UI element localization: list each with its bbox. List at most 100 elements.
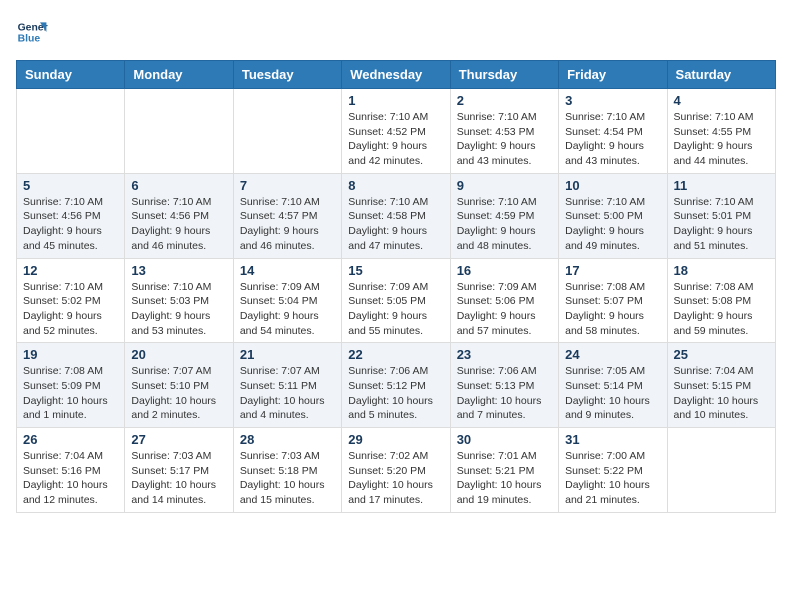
day-info: Sunrise: 7:09 AM Sunset: 5:04 PM Dayligh… (240, 280, 335, 339)
weekday-header-thursday: Thursday (450, 61, 558, 89)
day-number: 1 (348, 93, 443, 108)
calendar-day-3: 3Sunrise: 7:10 AM Sunset: 4:54 PM Daylig… (559, 89, 667, 174)
calendar-day-8: 8 Sunrise: 7:10 AM Sunset: 4:58 PM Daylig… (342, 173, 450, 258)
calendar-week-3: 12Sunrise: 7:10 AM Sunset: 5:02 PM Dayli… (17, 258, 776, 343)
day-info: Sunrise: 7:03 AM Sunset: 5:17 PM Dayligh… (131, 449, 226, 508)
calendar-day-20: 20 Sunrise: 7:07 AM Sunset: 5:10 PM Dayli… (125, 343, 233, 428)
weekday-header-sunday: Sunday (17, 61, 125, 89)
day-info: Sunrise: 7:10 AM Sunset: 5:01 PM Dayligh… (674, 195, 769, 254)
weekday-header-row: SundayMondayTuesdayWednesdayThursdayFrid… (17, 61, 776, 89)
calendar-day-5: 5Sunrise: 7:10 AM Sunset: 4:56 PM Daylig… (17, 173, 125, 258)
day-number: 27 (131, 432, 226, 447)
calendar-day-15: 15 Sunrise: 7:09 AM Sunset: 5:05 PM Dayli… (342, 258, 450, 343)
day-number: 7 (240, 178, 335, 193)
calendar-day-28: 28 Sunrise: 7:03 AM Sunset: 5:18 PM Dayli… (233, 428, 341, 513)
day-info: Sunrise: 7:08 AM Sunset: 5:09 PM Dayligh… (23, 364, 118, 423)
calendar-day-29: 29 Sunrise: 7:02 AM Sunset: 5:20 PM Dayli… (342, 428, 450, 513)
day-number: 17 (565, 263, 660, 278)
page-header: General Blue (16, 16, 776, 48)
day-number: 9 (457, 178, 552, 193)
calendar-day-11: 11 Sunrise: 7:10 AM Sunset: 5:01 PM Dayli… (667, 173, 775, 258)
day-number: 23 (457, 347, 552, 362)
calendar-day-18: 18 Sunrise: 7:08 AM Sunset: 5:08 PM Dayli… (667, 258, 775, 343)
day-info: Sunrise: 7:06 AM Sunset: 5:12 PM Dayligh… (348, 364, 443, 423)
calendar-day-30: 30 Sunrise: 7:01 AM Sunset: 5:21 PM Dayli… (450, 428, 558, 513)
day-info: Sunrise: 7:10 AM Sunset: 4:56 PM Dayligh… (23, 195, 118, 254)
calendar-day-26: 26 Sunrise: 7:04 AM Sunset: 5:16 PM Dayli… (17, 428, 125, 513)
calendar-day-13: 13 Sunrise: 7:10 AM Sunset: 5:03 PM Dayli… (125, 258, 233, 343)
calendar-day-14: 14 Sunrise: 7:09 AM Sunset: 5:04 PM Dayli… (233, 258, 341, 343)
calendar-day-22: 22 Sunrise: 7:06 AM Sunset: 5:12 PM Dayli… (342, 343, 450, 428)
day-number: 30 (457, 432, 552, 447)
calendar-day-24: 24 Sunrise: 7:05 AM Sunset: 5:14 PM Dayli… (559, 343, 667, 428)
day-number: 22 (348, 347, 443, 362)
day-info: Sunrise: 7:10 AM Sunset: 4:52 PM Dayligh… (348, 110, 443, 169)
day-info: Sunrise: 7:05 AM Sunset: 5:14 PM Dayligh… (565, 364, 660, 423)
day-number: 15 (348, 263, 443, 278)
day-number: 14 (240, 263, 335, 278)
calendar-day-21: 21 Sunrise: 7:07 AM Sunset: 5:11 PM Dayli… (233, 343, 341, 428)
day-info: Sunrise: 7:10 AM Sunset: 4:58 PM Dayligh… (348, 195, 443, 254)
calendar-day-4: 4Sunrise: 7:10 AM Sunset: 4:55 PM Daylig… (667, 89, 775, 174)
day-info: Sunrise: 7:10 AM Sunset: 4:57 PM Dayligh… (240, 195, 335, 254)
weekday-header-tuesday: Tuesday (233, 61, 341, 89)
calendar-table: SundayMondayTuesdayWednesdayThursdayFrid… (16, 60, 776, 513)
day-number: 8 (348, 178, 443, 193)
day-info: Sunrise: 7:02 AM Sunset: 5:20 PM Dayligh… (348, 449, 443, 508)
day-info: Sunrise: 7:04 AM Sunset: 5:15 PM Dayligh… (674, 364, 769, 423)
day-number: 3 (565, 93, 660, 108)
day-number: 25 (674, 347, 769, 362)
day-info: Sunrise: 7:04 AM Sunset: 5:16 PM Dayligh… (23, 449, 118, 508)
day-info: Sunrise: 7:10 AM Sunset: 4:59 PM Dayligh… (457, 195, 552, 254)
calendar-day-31: 31 Sunrise: 7:00 AM Sunset: 5:22 PM Dayli… (559, 428, 667, 513)
day-info: Sunrise: 7:03 AM Sunset: 5:18 PM Dayligh… (240, 449, 335, 508)
weekday-header-monday: Monday (125, 61, 233, 89)
day-number: 11 (674, 178, 769, 193)
day-info: Sunrise: 7:08 AM Sunset: 5:07 PM Dayligh… (565, 280, 660, 339)
day-info: Sunrise: 7:09 AM Sunset: 5:05 PM Dayligh… (348, 280, 443, 339)
day-number: 21 (240, 347, 335, 362)
day-number: 18 (674, 263, 769, 278)
day-info: Sunrise: 7:07 AM Sunset: 5:10 PM Dayligh… (131, 364, 226, 423)
day-number: 13 (131, 263, 226, 278)
calendar-day-6: 6Sunrise: 7:10 AM Sunset: 4:56 PM Daylig… (125, 173, 233, 258)
calendar-day-7: 7 Sunrise: 7:10 AM Sunset: 4:57 PM Daylig… (233, 173, 341, 258)
day-number: 24 (565, 347, 660, 362)
day-info: Sunrise: 7:10 AM Sunset: 4:55 PM Dayligh… (674, 110, 769, 169)
calendar-day-2: 2 Sunrise: 7:10 AM Sunset: 4:53 PM Daylig… (450, 89, 558, 174)
day-number: 29 (348, 432, 443, 447)
day-info: Sunrise: 7:01 AM Sunset: 5:21 PM Dayligh… (457, 449, 552, 508)
calendar-day-17: 17 Sunrise: 7:08 AM Sunset: 5:07 PM Dayli… (559, 258, 667, 343)
day-number: 20 (131, 347, 226, 362)
empty-cell (667, 428, 775, 513)
empty-cell (233, 89, 341, 174)
day-info: Sunrise: 7:08 AM Sunset: 5:08 PM Dayligh… (674, 280, 769, 339)
day-info: Sunrise: 7:06 AM Sunset: 5:13 PM Dayligh… (457, 364, 552, 423)
calendar-day-23: 23 Sunrise: 7:06 AM Sunset: 5:13 PM Dayli… (450, 343, 558, 428)
calendar-day-10: 10Sunrise: 7:10 AM Sunset: 5:00 PM Dayli… (559, 173, 667, 258)
logo-icon: General Blue (16, 16, 48, 48)
day-number: 2 (457, 93, 552, 108)
day-info: Sunrise: 7:00 AM Sunset: 5:22 PM Dayligh… (565, 449, 660, 508)
day-info: Sunrise: 7:09 AM Sunset: 5:06 PM Dayligh… (457, 280, 552, 339)
calendar-day-16: 16Sunrise: 7:09 AM Sunset: 5:06 PM Dayli… (450, 258, 558, 343)
weekday-header-friday: Friday (559, 61, 667, 89)
day-number: 19 (23, 347, 118, 362)
weekday-header-saturday: Saturday (667, 61, 775, 89)
calendar-day-1: 1 Sunrise: 7:10 AM Sunset: 4:52 PM Daylig… (342, 89, 450, 174)
calendar-week-1: 1 Sunrise: 7:10 AM Sunset: 4:52 PM Daylig… (17, 89, 776, 174)
day-info: Sunrise: 7:10 AM Sunset: 5:03 PM Dayligh… (131, 280, 226, 339)
logo: General Blue (16, 16, 48, 48)
calendar-week-5: 26 Sunrise: 7:04 AM Sunset: 5:16 PM Dayli… (17, 428, 776, 513)
day-number: 26 (23, 432, 118, 447)
empty-cell (125, 89, 233, 174)
day-info: Sunrise: 7:10 AM Sunset: 4:53 PM Dayligh… (457, 110, 552, 169)
calendar-day-12: 12Sunrise: 7:10 AM Sunset: 5:02 PM Dayli… (17, 258, 125, 343)
day-info: Sunrise: 7:10 AM Sunset: 5:02 PM Dayligh… (23, 280, 118, 339)
day-info: Sunrise: 7:07 AM Sunset: 5:11 PM Dayligh… (240, 364, 335, 423)
day-number: 10 (565, 178, 660, 193)
day-number: 28 (240, 432, 335, 447)
svg-text:Blue: Blue (18, 34, 41, 45)
day-number: 31 (565, 432, 660, 447)
empty-cell (17, 89, 125, 174)
